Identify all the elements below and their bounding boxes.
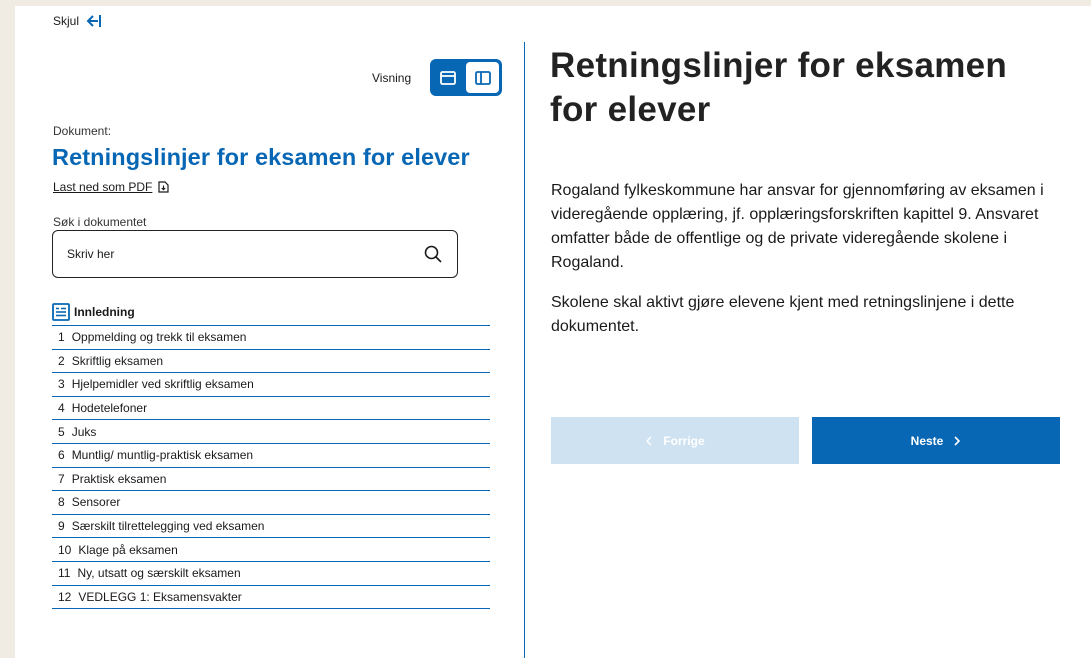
toc-item-number: 1 (58, 330, 65, 345)
toc-item[interactable]: 8 Sensorer (52, 491, 490, 515)
toc-item[interactable]: 5 Juks (52, 420, 490, 444)
toc-item-number: 4 (58, 401, 65, 416)
toc-item[interactable]: 3 Hjelpemidler ved skriftlig eksamen (52, 373, 490, 397)
toc-item-number: 5 (58, 424, 65, 439)
page-title: Retningslinjer for eksamen for elever (550, 46, 1008, 129)
pdf-download-icon (158, 181, 169, 193)
document-label: Dokument: (53, 124, 112, 138)
hide-sidebar-button[interactable]: Skjul (53, 14, 102, 28)
toc-item-label: Særskilt tilrettelegging ved eksamen (71, 519, 265, 534)
table-of-contents: Innledning 1 Oppmelding og trekk til eksa… (52, 299, 490, 610)
toc-item-label: Skriftlig eksamen (71, 353, 164, 368)
toc-item-label: Oppmelding og trekk til eksamen (71, 330, 247, 345)
download-pdf-label: Last ned som PDF (53, 180, 153, 194)
paragraph: Rogaland fylkeskommune har ansvar for gj… (551, 182, 1044, 271)
toc-item-number: 12 (58, 589, 72, 604)
toc-item-number: 2 (58, 353, 65, 368)
chevron-right-icon (954, 435, 961, 446)
hide-label: Skjul (53, 14, 80, 28)
download-pdf-link[interactable]: Last ned som PDF (53, 180, 169, 194)
body-text: Rogaland fylkeskommune har ansvar for gj… (551, 179, 1071, 355)
layout-top-icon (440, 70, 457, 85)
next-label: Neste (910, 433, 944, 448)
view-sidebar-button[interactable] (466, 62, 500, 93)
page: Skjul Visning Dokument: Retningslinjer f… (15, 6, 1091, 658)
search-icon[interactable] (423, 244, 443, 264)
document-title: Retningslinjer for eksamen for elever (52, 144, 470, 170)
toc-item[interactable]: 1 Oppmelding og trekk til eksamen (52, 326, 490, 350)
view-label: Visning (372, 70, 412, 85)
toc-item-label: Ny, utsatt og særskilt eksamen (77, 566, 241, 581)
layout-sidebar-icon (474, 70, 491, 85)
view-toggle (430, 59, 503, 96)
toc-item[interactable]: 7 Praktisk eksamen (52, 468, 490, 492)
toc-item[interactable]: 4 Hodetelefoner (52, 397, 490, 421)
toc-item-label: Muntlig/ muntlig-praktisk eksamen (71, 448, 254, 463)
next-button[interactable]: Neste (812, 417, 1060, 464)
toc-item-number: 8 (58, 495, 65, 510)
toc-item-label: Klage på eksamen (78, 542, 178, 557)
toc-item[interactable]: 10 Klage på eksamen (52, 538, 490, 562)
toc-item[interactable]: 11 Ny, utsatt og særskilt eksamen (52, 562, 490, 586)
previous-label: Forrige (663, 433, 705, 448)
toc-item-label: Hjelpemidler ved skriftlig eksamen (71, 377, 254, 392)
toc-item[interactable]: 12 VEDLEGG 1: Eksamensvakter (52, 586, 490, 610)
arrow-left-bar-icon (86, 15, 102, 27)
view-switcher: Visning (372, 59, 503, 96)
toc-head-label: Innledning (74, 305, 135, 319)
toc-item-label: VEDLEGG 1: Eksamensvakter (78, 589, 242, 604)
toc-item-number: 3 (58, 377, 65, 392)
chevron-left-icon (646, 436, 652, 445)
toc-item-label: Juks (71, 424, 97, 439)
toc-item-label: Hodetelefoner (71, 401, 148, 416)
view-top-button[interactable] (430, 59, 466, 96)
search-input[interactable] (67, 247, 423, 261)
search-label: Søk i dokumentet (53, 215, 147, 229)
toc-item-innledning[interactable]: Innledning (52, 299, 490, 326)
panel-divider (524, 42, 525, 658)
document-list-icon (52, 303, 70, 321)
toc-item[interactable]: 2 Skriftlig eksamen (52, 350, 490, 374)
toc-item-label: Praktisk eksamen (71, 471, 167, 486)
toc-item[interactable]: 6 Muntlig/ muntlig-praktisk eksamen (52, 444, 490, 468)
toc-item-number: 9 (58, 519, 65, 534)
paragraph: Skolene skal aktivt gjøre elevene kjent … (551, 294, 1015, 335)
toc-item-number: 6 (58, 448, 65, 463)
toc-item[interactable]: 9 Særskilt tilrettelegging ved eksamen (52, 515, 490, 539)
toc-item-number: 10 (58, 542, 72, 557)
search-box (52, 230, 458, 278)
toc-item-number: 7 (58, 471, 65, 486)
toc-item-number: 11 (58, 566, 71, 581)
previous-button[interactable]: Forrige (551, 417, 799, 464)
toc-item-label: Sensorer (71, 495, 121, 510)
